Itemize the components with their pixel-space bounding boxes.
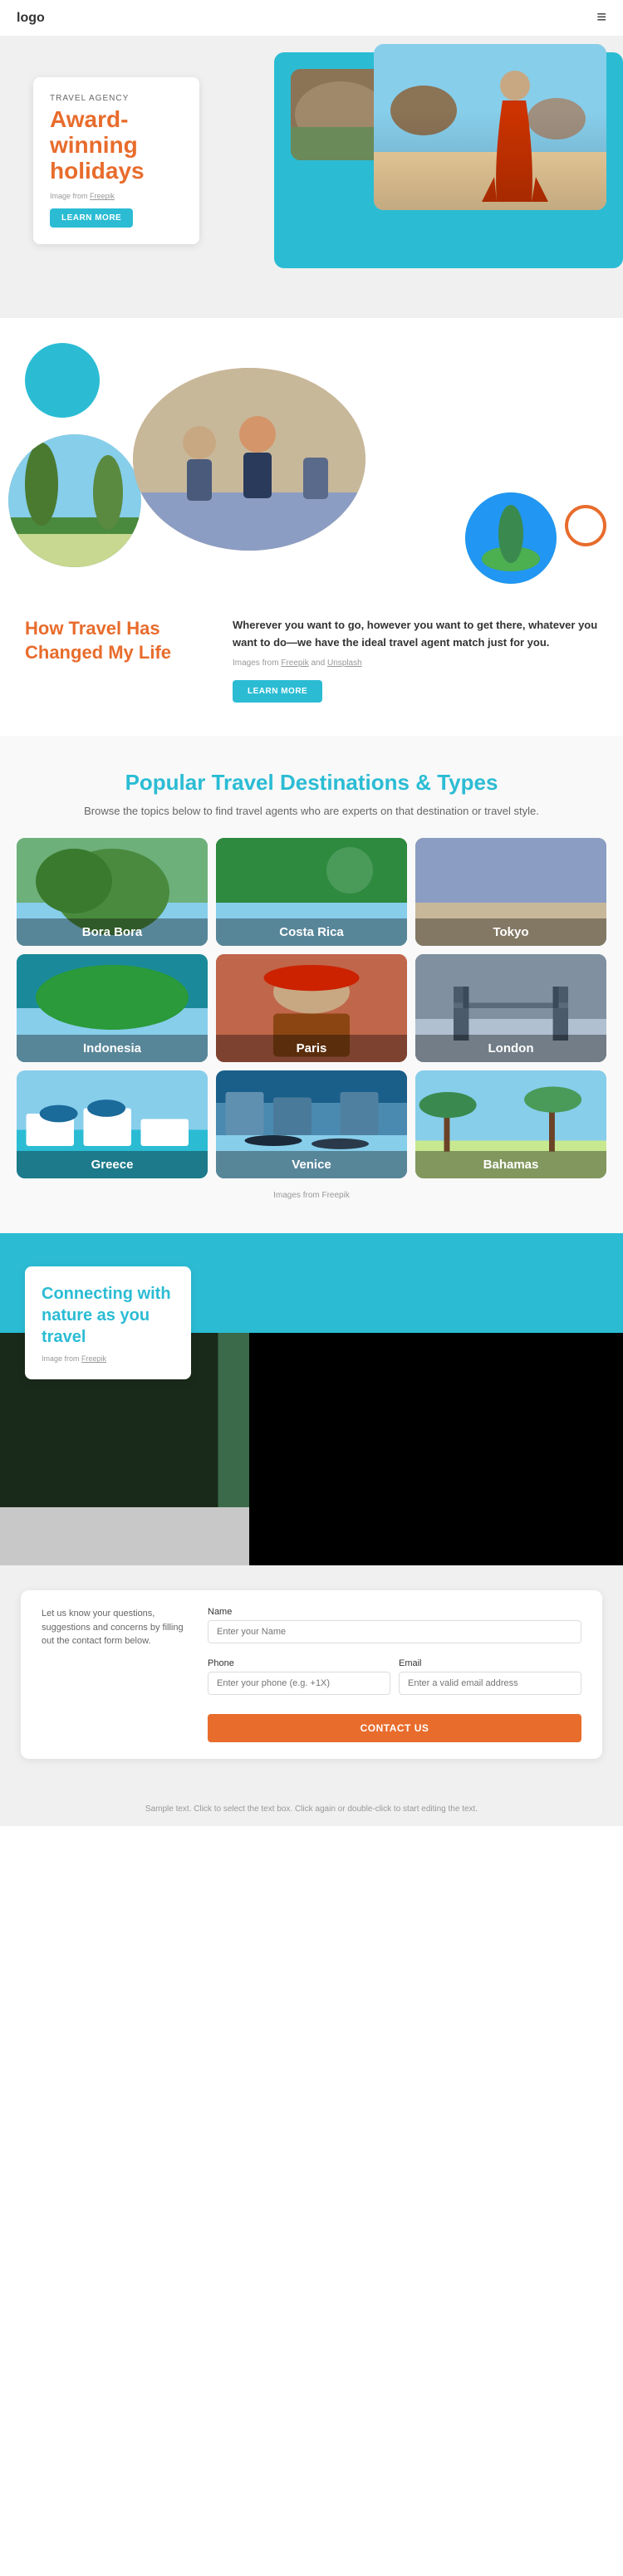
destination-card-bora-bora[interactable]: Bora Bora [17, 838, 208, 946]
travel-changed-title: How Travel Has Changed My Life [25, 617, 208, 664]
unsplash-link[interactable]: Unsplash [327, 659, 362, 668]
destination-card-greece[interactable]: Greece [17, 1070, 208, 1178]
circles-section [0, 318, 623, 584]
freepik-link[interactable]: Freepik [281, 659, 308, 668]
hero-image-main [374, 44, 606, 210]
destinations-subtitle: Browse the topics below to find travel a… [17, 805, 606, 817]
email-input[interactable] [399, 1672, 581, 1695]
hamburger-menu[interactable]: ≡ [596, 8, 606, 27]
phone-email-row: Phone Email [208, 1658, 581, 1710]
hero-section: TRAVEL AGENCY Award-winning holidays Ima… [0, 36, 623, 318]
destination-card-indonesia[interactable]: Indonesia [17, 954, 208, 1062]
destination-card-venice[interactable]: Venice [216, 1070, 407, 1178]
destinations-credit: Images from Freepik [17, 1191, 606, 1200]
footer-note: Sample text. Click to select the text bo… [0, 1792, 623, 1826]
hero-label: TRAVEL AGENCY [50, 94, 183, 103]
contact-submit-button[interactable]: CONTACT US [208, 1714, 581, 1742]
dest-tokyo-label: Tokyo [415, 918, 606, 946]
nature-title: Connecting with nature as you travel [42, 1283, 174, 1348]
hero-text-box: TRAVEL AGENCY Award-winning holidays Ima… [33, 77, 199, 244]
travel-changed-credit: Images from Freepik and Unsplash [233, 659, 598, 668]
circle-beach-image [8, 434, 141, 567]
dest-venice-label: Venice [216, 1151, 407, 1178]
logo: logo [17, 11, 45, 26]
name-input[interactable] [208, 1620, 581, 1643]
nature-text-box: Connecting with nature as you travel Ima… [25, 1266, 191, 1379]
orange-ring-decoration [565, 505, 606, 546]
header: logo ≡ [0, 0, 623, 36]
phone-field-group: Phone [208, 1658, 390, 1703]
email-label: Email [399, 1658, 581, 1668]
contact-description: Let us know your questions, suggestions … [42, 1607, 191, 1648]
hero-freepik-link[interactable]: Freepik [90, 192, 115, 200]
circle-blue-decoration [25, 343, 100, 418]
dest-bahamas-label: Bahamas [415, 1151, 606, 1178]
destinations-grid: Bora Bora Costa Rica [17, 838, 606, 1178]
name-field-group: Name [208, 1607, 581, 1652]
travel-changed-right: Wherever you want to go, however you wan… [233, 617, 598, 703]
dest-london-label: London [415, 1035, 606, 1062]
nature-section: Connecting with nature as you travel Ima… [0, 1233, 623, 1565]
nature-freepik-link[interactable]: Freepik [81, 1354, 106, 1363]
dest-costa-rica-label: Costa Rica [216, 918, 407, 946]
destination-card-tokyo[interactable]: Tokyo [415, 838, 606, 946]
hero-learn-more-button[interactable]: LEARN MORE [50, 208, 133, 228]
contact-form-wrapper: Let us know your questions, suggestions … [21, 1590, 602, 1759]
contact-left-panel: Let us know your questions, suggestions … [42, 1607, 191, 1742]
hero-image-credit: Image from Freepik [50, 192, 183, 200]
hero-images [291, 44, 606, 252]
travel-learn-more-button[interactable]: LEARN MORE [233, 680, 322, 703]
phone-input[interactable] [208, 1672, 390, 1695]
email-field-group: Email [399, 1658, 581, 1703]
contact-form: Name Phone Email CONTACT US [208, 1607, 581, 1742]
hero-title: Award-winning holidays [50, 107, 183, 184]
destinations-title: Popular Travel Destinations & Types [17, 769, 606, 797]
dest-indonesia-label: Indonesia [17, 1035, 208, 1062]
destination-card-paris[interactable]: Paris [216, 954, 407, 1062]
destination-card-london[interactable]: London [415, 954, 606, 1062]
dest-bora-bora-label: Bora Bora [17, 918, 208, 946]
travel-changed-description: Wherever you want to go, however you wan… [233, 617, 598, 652]
destination-card-bahamas[interactable]: Bahamas [415, 1070, 606, 1178]
circle-island-image [465, 492, 557, 584]
destinations-section: Popular Travel Destinations & Types Brow… [0, 736, 623, 1234]
contact-section: Let us know your questions, suggestions … [0, 1565, 623, 1792]
dest-greece-label: Greece [17, 1151, 208, 1178]
circle-people-image [133, 368, 365, 551]
dest-paris-label: Paris [216, 1035, 407, 1062]
phone-label: Phone [208, 1658, 390, 1668]
travel-changed-left: How Travel Has Changed My Life [25, 617, 208, 664]
destination-card-costa-rica[interactable]: Costa Rica [216, 838, 407, 946]
nature-credit: Image from Freepik [42, 1354, 174, 1363]
name-label: Name [208, 1607, 581, 1617]
travel-changed-section: How Travel Has Changed My Life Wherever … [0, 584, 623, 736]
